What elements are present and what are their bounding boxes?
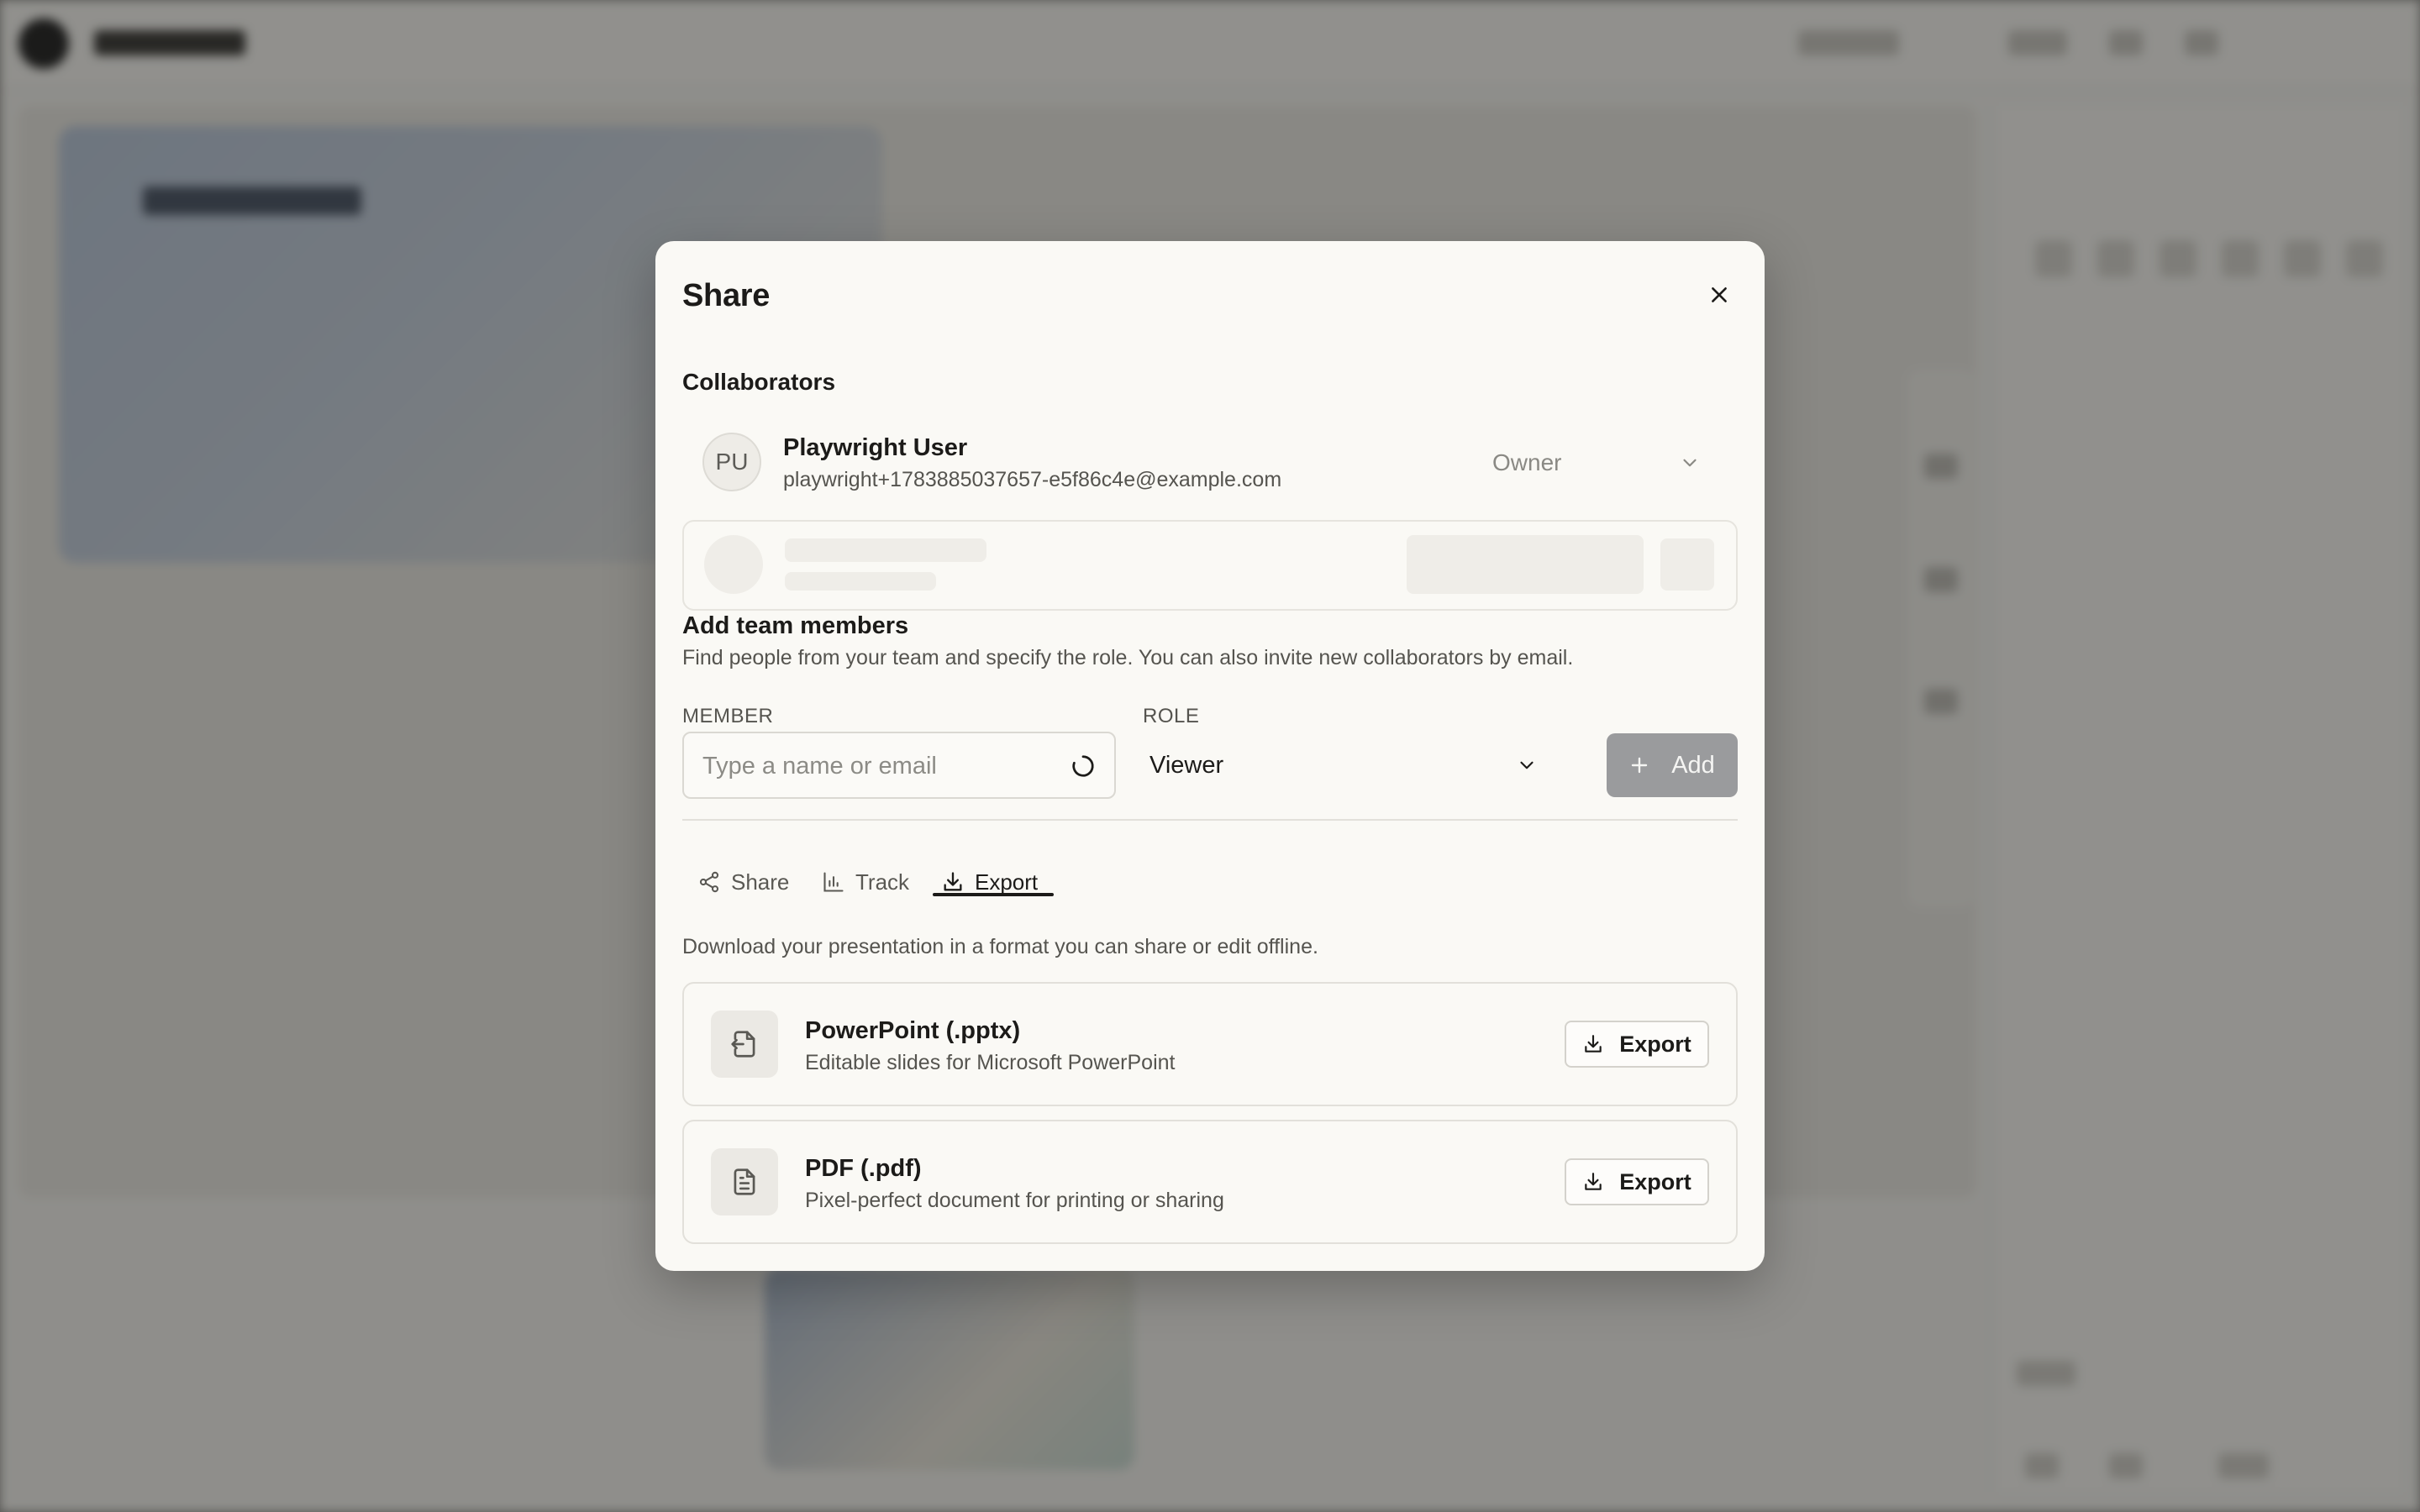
active-tab-indicator — [933, 893, 1054, 896]
member-input-wrapper — [682, 732, 1116, 799]
close-icon — [1712, 287, 1727, 302]
collaborator-role-value: Owner — [1492, 449, 1562, 475]
add-members-description: Find people from your team and specify t… — [682, 646, 1574, 669]
role-label: ROLE — [1143, 705, 1200, 727]
export-option-subtitle: Editable slides for Microsoft PowerPoint — [805, 1051, 1176, 1074]
download-icon — [1585, 1035, 1602, 1053]
member-search-input[interactable] — [701, 733, 1057, 799]
download-icon — [1585, 1173, 1602, 1190]
tab-share[interactable]: Share — [697, 854, 789, 910]
skeleton-line — [785, 538, 986, 562]
share-icon — [699, 871, 719, 893]
share-dialog: Share Collaborators PU Playwright User p… — [655, 241, 1765, 1271]
file-import-icon — [711, 1011, 778, 1078]
export-option-pptx: PowerPoint (.pptx) Editable slides for M… — [682, 982, 1738, 1106]
section-divider — [682, 819, 1738, 821]
member-label: MEMBER — [682, 705, 774, 727]
export-button-label: Export — [1619, 1168, 1691, 1194]
loading-spinner-icon — [1072, 755, 1094, 777]
add-members-title: Add team members — [682, 612, 909, 639]
collaborator-role-select[interactable]: Owner — [1482, 439, 1709, 486]
skeleton-select — [1407, 535, 1644, 594]
chevron-down-icon — [1683, 459, 1697, 467]
collaborator-row: PU Playwright User playwright+1783885037… — [682, 431, 1738, 507]
add-member-button[interactable]: Add — [1607, 733, 1738, 797]
export-option-title: PowerPoint (.pptx) — [805, 1017, 1021, 1044]
tab-share-label: Share — [731, 869, 790, 895]
export-option-pdf: PDF (.pdf) Pixel-perfect document for pr… — [682, 1120, 1738, 1244]
tab-track[interactable]: Track — [822, 854, 909, 910]
loading-skeleton-row — [682, 520, 1738, 611]
collaborators-heading: Collaborators — [682, 369, 836, 395]
collaborator-email: playwright+1783885037657-e5f86c4e@exampl… — [783, 468, 1282, 491]
close-button[interactable] — [1701, 276, 1738, 313]
plus-icon — [1631, 757, 1648, 774]
add-button-label: Add — [1671, 751, 1715, 779]
file-text-icon — [711, 1148, 778, 1215]
role-select[interactable]: Viewer — [1133, 732, 1553, 799]
export-option-subtitle: Pixel-perfect document for printing or s… — [805, 1189, 1224, 1212]
export-description: Download your presentation in a format y… — [682, 935, 1318, 958]
collaborator-name: Playwright User — [783, 434, 968, 461]
chevron-down-icon — [1520, 761, 1534, 769]
export-button-label: Export — [1619, 1031, 1691, 1057]
skeleton-line — [785, 572, 936, 591]
role-select-value: Viewer — [1150, 751, 1224, 779]
avatar: PU — [702, 433, 761, 491]
download-icon — [944, 872, 962, 891]
export-option-title: PDF (.pdf) — [805, 1155, 922, 1182]
bar-chart-icon — [823, 872, 844, 892]
export-pptx-button[interactable]: Export — [1565, 1021, 1709, 1068]
tab-export-label: Export — [975, 869, 1039, 895]
skeleton-button — [1660, 538, 1714, 591]
dialog-title: Share — [682, 278, 771, 313]
tab-track-label: Track — [855, 869, 910, 895]
skeleton-avatar — [704, 535, 763, 594]
export-pdf-button[interactable]: Export — [1565, 1158, 1709, 1205]
tab-export[interactable]: Export — [941, 854, 1038, 910]
